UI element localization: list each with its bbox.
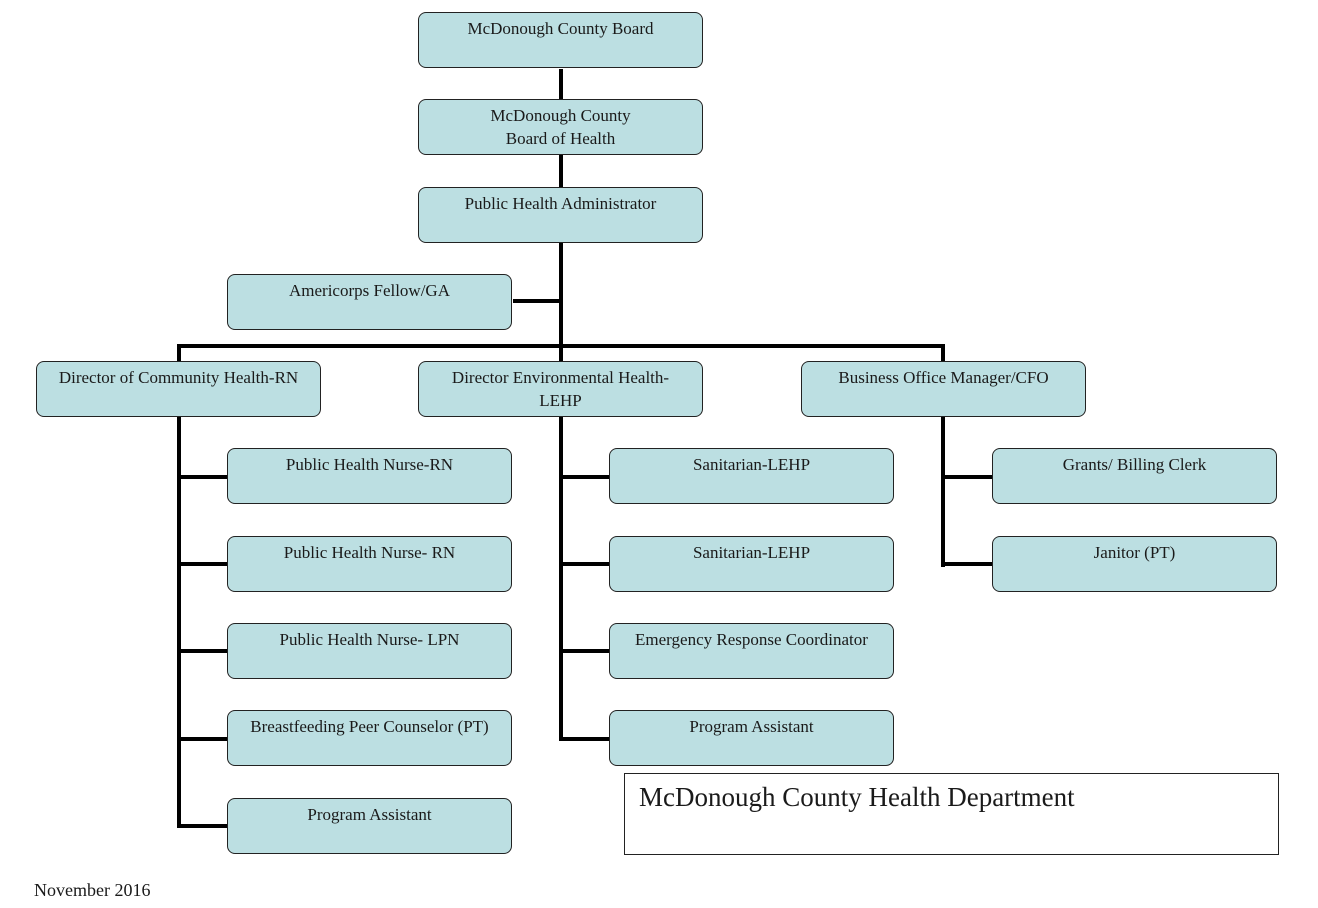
connector-line bbox=[177, 562, 227, 566]
node-environmental-staff: Sanitarian-LEHP bbox=[609, 448, 894, 504]
node-director-community-health: Director of Community Health-RN bbox=[36, 361, 321, 417]
node-board-of-health: McDonough County Board of Health bbox=[418, 99, 703, 155]
node-community-staff: Breastfeeding Peer Counselor (PT) bbox=[227, 710, 512, 766]
connector-line bbox=[559, 475, 609, 479]
node-label: Emergency Response Coordinator bbox=[635, 630, 868, 649]
connector-line bbox=[177, 475, 227, 479]
node-label: McDonough County bbox=[490, 106, 631, 125]
chart-title: McDonough County Health Department bbox=[639, 782, 1075, 812]
connector-line bbox=[559, 344, 563, 361]
node-label: Public Health Nurse-RN bbox=[285, 455, 454, 474]
connector-line bbox=[513, 299, 561, 303]
node-environmental-staff: Sanitarian-LEHP bbox=[609, 536, 894, 592]
node-label: Americorps Fellow/GA bbox=[288, 281, 450, 300]
connector-line bbox=[559, 737, 609, 741]
node-community-staff: Public Health Nurse- LPN bbox=[227, 623, 512, 679]
connector-line bbox=[941, 475, 992, 479]
node-label: Director Environmental Health- bbox=[451, 368, 670, 387]
node-label: Sanitarian-LEHP bbox=[692, 543, 811, 562]
connector-line bbox=[941, 562, 992, 566]
node-label: Business Office Manager/CFO bbox=[838, 368, 1049, 387]
node-label: Sanitarian-LEHP bbox=[692, 455, 811, 474]
node-label: Director of Community Health-RN bbox=[58, 368, 299, 387]
node-environmental-staff: Emergency Response Coordinator bbox=[609, 623, 894, 679]
connector-line bbox=[941, 344, 945, 361]
node-business-staff: Grants/ Billing Clerk bbox=[992, 448, 1277, 504]
node-label: Janitor (PT) bbox=[1093, 543, 1176, 562]
connector-line bbox=[941, 417, 945, 567]
node-label: Public Health Nurse- LPN bbox=[279, 630, 460, 649]
node-label: McDonough County Board bbox=[467, 19, 654, 38]
title-box: McDonough County Health Department bbox=[624, 773, 1279, 855]
node-label: Board of Health bbox=[505, 129, 616, 148]
connector-line bbox=[177, 824, 227, 828]
node-community-staff: Program Assistant bbox=[227, 798, 512, 854]
node-community-staff: Public Health Nurse-RN bbox=[227, 448, 512, 504]
node-label: Grants/ Billing Clerk bbox=[1062, 455, 1207, 474]
node-label: Program Assistant bbox=[689, 717, 814, 736]
node-business-staff: Janitor (PT) bbox=[992, 536, 1277, 592]
node-administrator: Public Health Administrator bbox=[418, 187, 703, 243]
node-americorps: Americorps Fellow/GA bbox=[227, 274, 512, 330]
node-label: LEHP bbox=[539, 391, 582, 410]
node-business-office-manager: Business Office Manager/CFO bbox=[801, 361, 1086, 417]
connector-line bbox=[177, 344, 181, 361]
connector-line bbox=[177, 649, 227, 653]
node-label: Breastfeeding Peer Counselor (PT) bbox=[250, 717, 489, 736]
connector-line bbox=[559, 649, 609, 653]
connector-line bbox=[559, 562, 609, 566]
connector-line bbox=[559, 417, 563, 741]
node-community-staff: Public Health Nurse- RN bbox=[227, 536, 512, 592]
node-county-board: McDonough County Board bbox=[418, 12, 703, 68]
node-director-environmental-health: Director Environmental Health- LEHP bbox=[418, 361, 703, 417]
node-label: Public Health Administrator bbox=[464, 194, 657, 213]
node-label: Public Health Nurse- RN bbox=[283, 543, 456, 562]
connector-line bbox=[177, 737, 227, 741]
date-label: November 2016 bbox=[34, 880, 151, 900]
node-label: Program Assistant bbox=[307, 805, 432, 824]
node-environmental-staff: Program Assistant bbox=[609, 710, 894, 766]
